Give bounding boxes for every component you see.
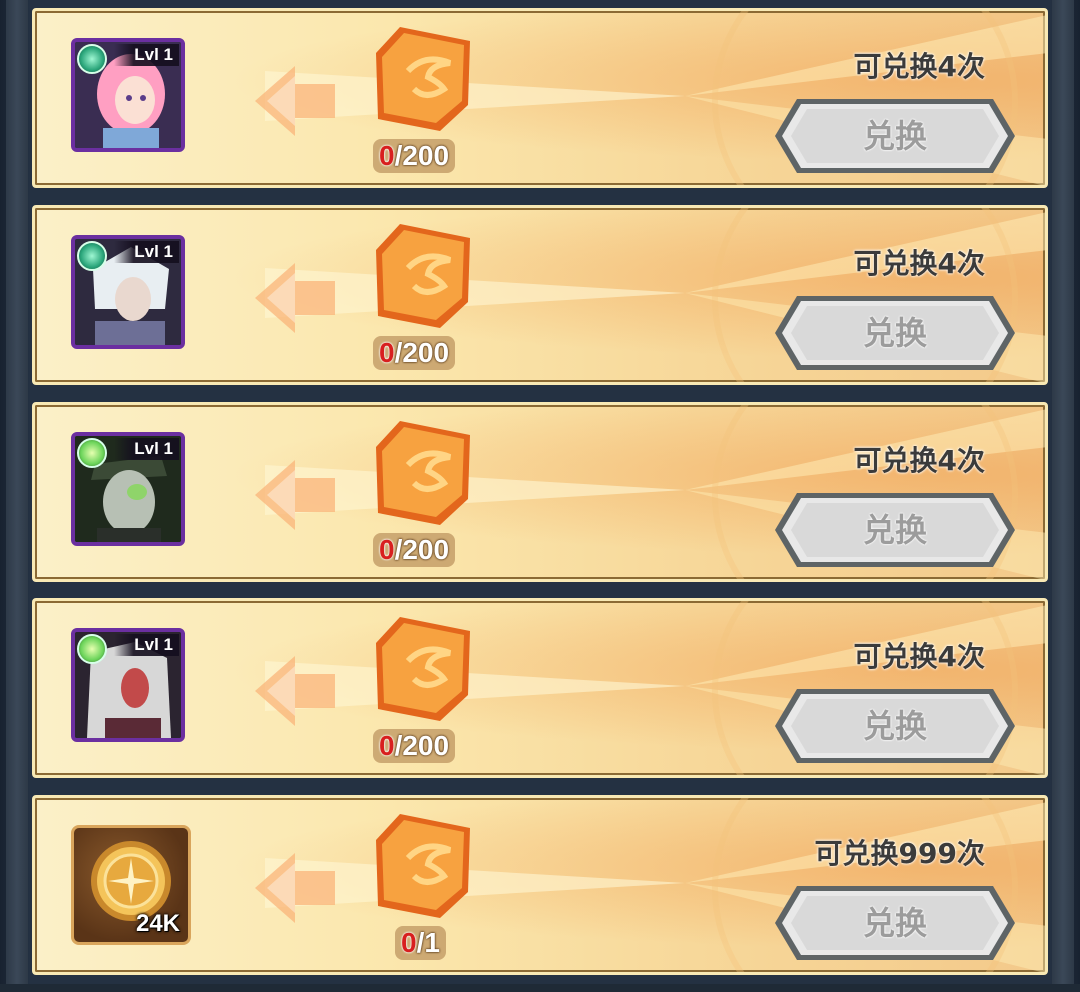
element-badge-icon	[77, 44, 107, 74]
exchange-row: Lvl 1 0/200 可兑换4次 兑换	[32, 204, 1048, 385]
remaining-exchanges: 可兑换4次	[853, 246, 985, 280]
exchange-button-label: 兑换	[862, 707, 927, 746]
hero-avatar[interactable]: Lvl 1	[71, 38, 185, 152]
cost-progress: 0/200	[373, 532, 456, 567]
hero-avatar[interactable]: Lvl 1	[71, 431, 185, 546]
orange-rune-gem-icon	[376, 420, 470, 525]
exchange-row: Lvl 1 0/200 可兑换4次 兑换	[32, 598, 1048, 779]
exchange-button[interactable]: 兑换	[773, 687, 1017, 765]
cost-total: /200	[394, 533, 450, 565]
hero-level-label: Lvl 1	[114, 44, 179, 66]
left-arrow-icon	[255, 66, 335, 136]
cost-progress: 0/200	[373, 139, 456, 173]
orange-rune-gem-icon	[376, 27, 470, 131]
exchange-row: 24K 0/1 可兑换999次 兑换	[32, 795, 1048, 976]
cost-total: /200	[394, 730, 450, 762]
left-arrow-icon	[255, 656, 335, 727]
orange-rune-gem-icon	[376, 814, 470, 919]
shop-frame: Lvl 1 0/200 可兑换4次 兑换 Lvl 1 0/200 可兑换4次 兑…	[0, 0, 1080, 984]
exchange-button[interactable]: 兑换	[773, 97, 1017, 175]
hero-level-label: Lvl 1	[114, 437, 179, 460]
hero-avatar[interactable]: Lvl 1	[71, 234, 185, 349]
exchange-button[interactable]: 兑换	[773, 491, 1017, 569]
left-arrow-icon	[255, 262, 335, 333]
orange-rune-gem-icon	[376, 617, 470, 722]
exchange-button[interactable]: 兑换	[773, 884, 1017, 962]
remaining-exchanges: 可兑换4次	[853, 50, 985, 83]
gold-quantity: 24K	[135, 910, 180, 938]
cost-progress: 0/1	[395, 926, 446, 961]
element-badge-icon	[77, 437, 107, 468]
cost-current: 0	[379, 533, 395, 565]
cost-progress: 0/200	[373, 729, 456, 764]
exchange-button-label: 兑换	[862, 904, 927, 943]
remaining-exchanges: 可兑换4次	[853, 443, 985, 477]
cost-current: 0	[379, 140, 395, 171]
exchange-button-label: 兑换	[862, 117, 927, 155]
remaining-exchanges: 可兑换999次	[814, 837, 985, 871]
hero-avatar[interactable]: Lvl 1	[71, 628, 185, 743]
cost-current: 0	[379, 730, 395, 762]
left-arrow-icon	[255, 853, 335, 924]
left-frame-rail	[6, 0, 28, 984]
cost-current: 0	[379, 336, 395, 368]
exchange-list: Lvl 1 0/200 可兑换4次 兑换 Lvl 1 0/200 可兑换4次 兑…	[32, 8, 1050, 992]
cost-current: 0	[401, 927, 417, 959]
exchange-button[interactable]: 兑换	[773, 294, 1017, 372]
remaining-exchanges: 可兑换4次	[853, 640, 985, 674]
cost-total: /200	[394, 336, 450, 368]
cost-progress: 0/200	[373, 335, 456, 370]
hero-level-label: Lvl 1	[114, 240, 179, 263]
right-frame-rail	[1052, 0, 1074, 984]
cost-total: /200	[394, 140, 450, 171]
hero-level-label: Lvl 1	[114, 634, 179, 657]
left-arrow-icon	[255, 459, 335, 530]
orange-rune-gem-icon	[376, 223, 470, 328]
exchange-row: Lvl 1 0/200 可兑换4次 兑换	[32, 8, 1048, 188]
exchange-button-label: 兑换	[862, 510, 927, 549]
exchange-row: Lvl 1 0/200 可兑换4次 兑换	[32, 401, 1048, 582]
cost-total: /1	[416, 927, 440, 959]
gold-item[interactable]: 24K	[71, 825, 191, 946]
element-badge-icon	[77, 240, 107, 271]
exchange-button-label: 兑换	[862, 313, 927, 352]
